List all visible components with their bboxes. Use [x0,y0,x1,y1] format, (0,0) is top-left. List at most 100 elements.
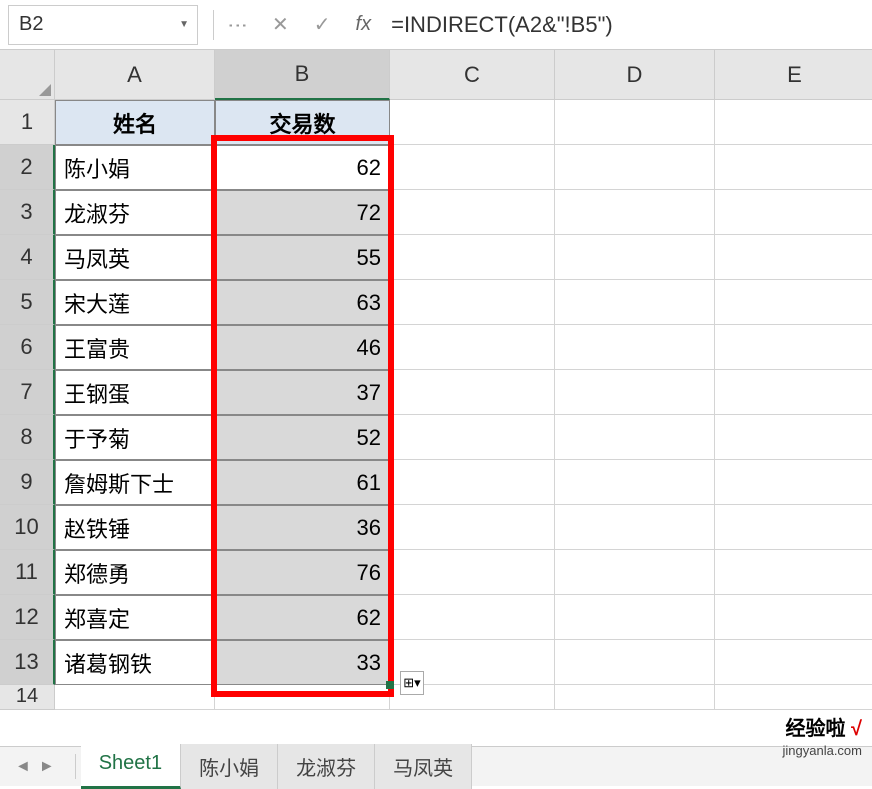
value-cell[interactable]: 61 [215,460,390,505]
cell[interactable] [55,685,215,710]
name-cell[interactable]: 于予菊 [55,415,215,460]
cell[interactable] [555,415,715,460]
row-header-9[interactable]: 9 [0,460,55,505]
cell[interactable] [390,595,555,640]
value-cell[interactable]: 72 [215,190,390,235]
formula-input[interactable]: =INDIRECT(A2&"!B5") [371,12,872,38]
cell[interactable] [555,145,715,190]
column-header-D[interactable]: D [555,50,715,100]
cell[interactable] [555,460,715,505]
row-header-5[interactable]: 5 [0,280,55,325]
value-cell[interactable]: 76 [215,550,390,595]
selection-handle[interactable] [386,681,394,689]
row-header-2[interactable]: 2 [0,145,55,190]
cell[interactable] [390,550,555,595]
cell[interactable] [390,370,555,415]
header-value[interactable]: 交易数 [215,100,390,145]
cell[interactable] [390,280,555,325]
sheet-tab-1[interactable]: 陈小娟 [181,744,278,789]
cell[interactable] [715,370,872,415]
cell[interactable] [715,685,872,710]
more-icon[interactable]: ⋮ [226,16,251,34]
row-header-10[interactable]: 10 [0,505,55,550]
row-header-8[interactable]: 8 [0,415,55,460]
chevron-down-icon[interactable]: ▼ [179,19,189,30]
row-header-4[interactable]: 4 [0,235,55,280]
name-cell[interactable]: 詹姆斯下士 [55,460,215,505]
cell[interactable] [390,460,555,505]
value-cell[interactable]: 46 [215,325,390,370]
cell[interactable] [715,145,872,190]
cell[interactable] [390,145,555,190]
cell[interactable] [715,190,872,235]
cells-area[interactable]: 姓名交易数陈小娟62龙淑芬72马凤英55宋大莲63王富贵46王钢蛋37于予菊52… [55,100,872,710]
cell[interactable] [390,325,555,370]
sheet-tab-2[interactable]: 龙淑芬 [278,744,375,789]
row-header-1[interactable]: 1 [0,100,55,145]
column-header-A[interactable]: A [55,50,215,100]
cell[interactable] [555,370,715,415]
cell[interactable] [390,235,555,280]
cell[interactable] [215,685,390,710]
cell[interactable] [390,100,555,145]
cell[interactable] [715,235,872,280]
cell[interactable] [715,325,872,370]
cell[interactable] [715,415,872,460]
tab-next-icon[interactable]: ► [39,758,55,776]
name-cell[interactable]: 郑德勇 [55,550,215,595]
cell[interactable] [555,235,715,280]
row-header-12[interactable]: 12 [0,595,55,640]
cell[interactable] [715,460,872,505]
name-cell[interactable]: 宋大莲 [55,280,215,325]
cell[interactable] [715,505,872,550]
value-cell[interactable]: 52 [215,415,390,460]
tab-prev-icon[interactable]: ◄ [15,758,31,776]
name-cell[interactable]: 王富贵 [55,325,215,370]
cell[interactable] [715,100,872,145]
name-cell[interactable]: 王钢蛋 [55,370,215,415]
value-cell[interactable]: 55 [215,235,390,280]
column-header-C[interactable]: C [390,50,555,100]
row-header-13[interactable]: 13 [0,640,55,685]
column-header-E[interactable]: E [715,50,872,100]
column-header-B[interactable]: B [215,50,390,100]
autofill-options-icon[interactable]: ⊞▾ [400,671,424,695]
cell[interactable] [555,595,715,640]
cell[interactable] [555,685,715,710]
cell[interactable] [715,280,872,325]
name-cell[interactable]: 赵铁锤 [55,505,215,550]
accept-icon[interactable]: ✓ [314,12,331,37]
value-cell[interactable]: 37 [215,370,390,415]
cell[interactable] [555,550,715,595]
row-header-7[interactable]: 7 [0,370,55,415]
value-cell[interactable]: 62 [215,145,390,190]
cell[interactable] [555,640,715,685]
cell[interactable] [555,280,715,325]
cancel-icon[interactable]: ✕ [272,12,289,37]
row-header-11[interactable]: 11 [0,550,55,595]
select-all-corner[interactable] [0,50,55,100]
name-cell[interactable]: 马凤英 [55,235,215,280]
cell[interactable] [390,505,555,550]
name-box[interactable]: B2 ▼ [8,5,198,45]
row-header-14[interactable]: 14 [0,685,55,710]
value-cell[interactable]: 36 [215,505,390,550]
value-cell[interactable]: 63 [215,280,390,325]
cell[interactable] [555,190,715,235]
name-cell[interactable]: 诸葛钢铁 [55,640,215,685]
name-cell[interactable]: 龙淑芬 [55,190,215,235]
cell[interactable] [715,595,872,640]
cell[interactable] [555,325,715,370]
value-cell[interactable]: 62 [215,595,390,640]
name-cell[interactable]: 郑喜定 [55,595,215,640]
cell[interactable] [390,190,555,235]
cell[interactable] [555,100,715,145]
fx-icon[interactable]: fx [356,13,372,36]
value-cell[interactable]: 33 [215,640,390,685]
header-name[interactable]: 姓名 [55,100,215,145]
row-header-6[interactable]: 6 [0,325,55,370]
cell[interactable] [715,640,872,685]
cell[interactable] [715,550,872,595]
sheet-tab-3[interactable]: 马凤英 [375,744,472,789]
cell[interactable] [390,415,555,460]
